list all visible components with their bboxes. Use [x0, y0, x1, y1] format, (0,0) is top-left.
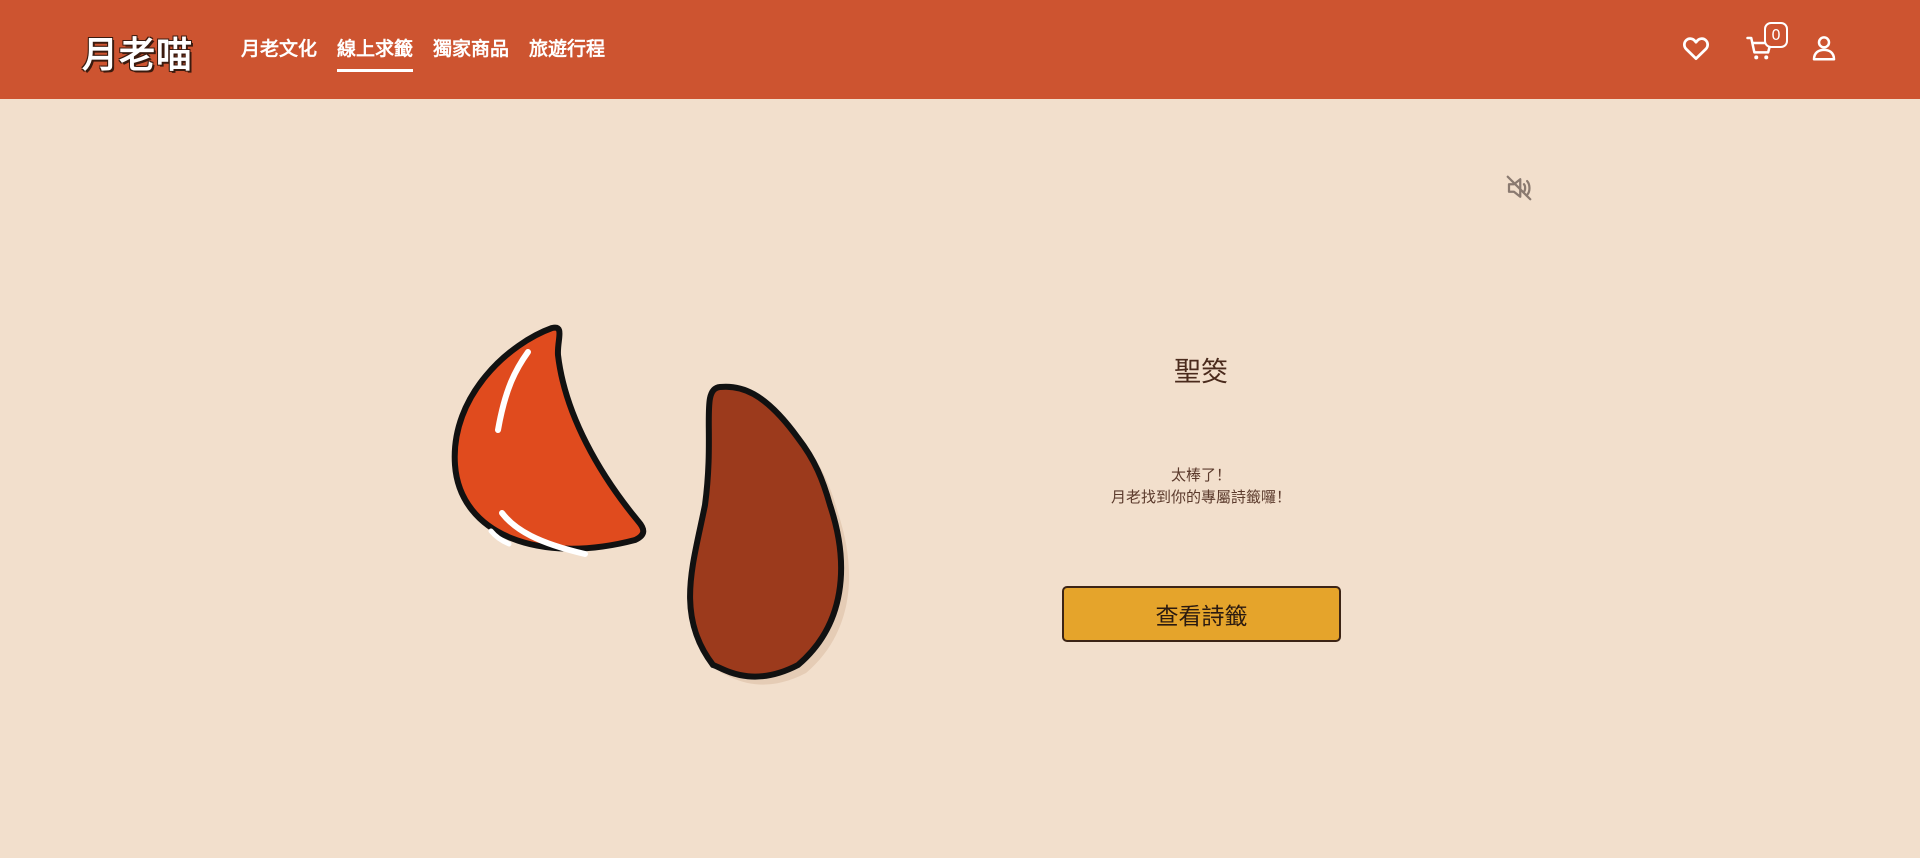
nav-item-tours[interactable]: 旅遊行程 [529, 34, 605, 72]
cart-count-badge: 0 [1764, 22, 1788, 48]
right-block-round-side [687, 383, 850, 685]
view-poem-button[interactable]: 查看詩籤 [1062, 586, 1341, 642]
divination-blocks [451, 324, 850, 685]
top-navbar: 月老喵 月老文化 線上求籤 獨家商品 旅遊行程 0 [0, 0, 1920, 99]
user-icon[interactable] [1809, 33, 1839, 63]
result-message-line-1: 太棒了！ [1170, 466, 1231, 484]
main-nav: 月老文化 線上求籤 獨家商品 旅遊行程 [241, 34, 605, 72]
result-title: 聖筊 [1174, 357, 1228, 388]
left-block-flat-side [451, 324, 647, 557]
site-logo[interactable]: 月老喵 [82, 26, 193, 78]
nav-item-divination[interactable]: 線上求籤 [337, 34, 414, 72]
speaker-muted-icon[interactable] [1504, 173, 1534, 203]
result-message: 太棒了！ 月老找到你的專屬詩籤囉！ [1060, 464, 1342, 508]
result-message-line-2: 月老找到你的專屬詩籤囉！ [1110, 488, 1291, 506]
nav-item-culture[interactable]: 月老文化 [241, 34, 317, 72]
nav-item-products[interactable]: 獨家商品 [433, 34, 509, 72]
heart-icon[interactable] [1681, 33, 1711, 63]
